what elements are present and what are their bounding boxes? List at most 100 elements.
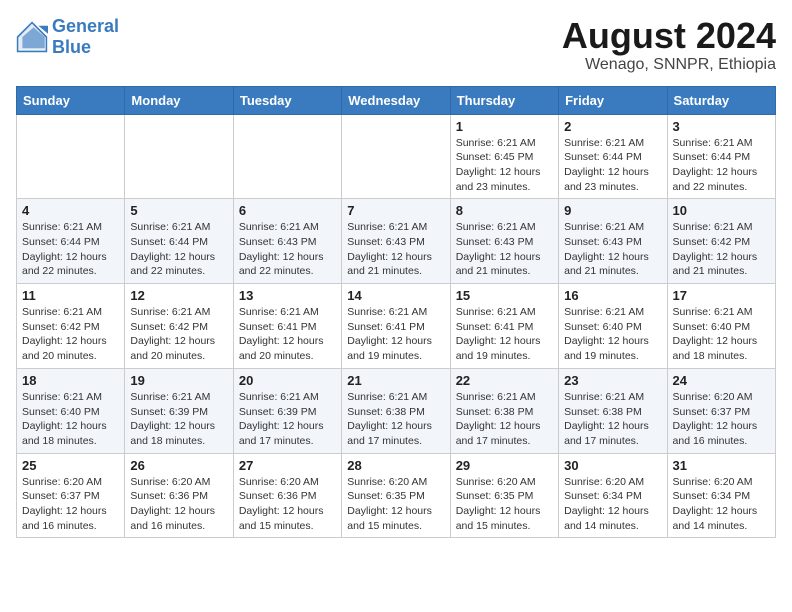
calendar-cell: 27Sunrise: 6:20 AM Sunset: 6:36 PM Dayli…: [233, 453, 341, 538]
day-info: Sunrise: 6:21 AM Sunset: 6:39 PM Dayligh…: [239, 390, 336, 449]
day-info: Sunrise: 6:20 AM Sunset: 6:34 PM Dayligh…: [564, 475, 661, 534]
day-number: 31: [673, 458, 770, 473]
day-number: 6: [239, 203, 336, 218]
calendar-cell: 22 Sunrise: 6:21 AM Sunset: 6:38 PM Dayli…: [450, 368, 558, 453]
weekday-header: Sunday: [17, 86, 125, 114]
day-number: 24: [673, 373, 770, 388]
logo-blue: Blue: [52, 37, 91, 57]
day-number: 12: [130, 288, 227, 303]
calendar-cell: [17, 114, 125, 199]
calendar-week-row: 25 Sunrise: 6:20 AM Sunset: 6:37 PM Dayli…: [17, 453, 776, 538]
calendar-week-row: 1Sunrise: 6:21 AM Sunset: 6:45 PM Daylig…: [17, 114, 776, 199]
day-number: 29: [456, 458, 553, 473]
day-number: 2: [564, 119, 661, 134]
day-info: Sunrise: 6:21 AM Sunset: 6:38 PM Dayligh…: [564, 390, 661, 449]
calendar-week-row: 11 Sunrise: 6:21 AM Sunset: 6:42 PM Dayli…: [17, 284, 776, 369]
weekday-header: Wednesday: [342, 86, 450, 114]
day-info: Sunrise: 6:20 AM Sunset: 6:36 PM Dayligh…: [130, 475, 227, 534]
calendar-cell: 11 Sunrise: 6:21 AM Sunset: 6:42 PM Dayli…: [17, 284, 125, 369]
title-section: August 2024 Wenago, SNNPR, Ethiopia: [562, 16, 776, 74]
day-number: 7: [347, 203, 444, 218]
calendar-cell: 31 Sunrise: 6:20 AM Sunset: 6:34 PM Dayli…: [667, 453, 775, 538]
day-number: 25: [22, 458, 119, 473]
calendar-cell: [342, 114, 450, 199]
day-number: 14: [347, 288, 444, 303]
day-number: 17: [673, 288, 770, 303]
calendar-cell: 26Sunrise: 6:20 AM Sunset: 6:36 PM Dayli…: [125, 453, 233, 538]
day-info: Sunrise: 6:21 AM Sunset: 6:43 PM Dayligh…: [239, 220, 336, 279]
calendar-week-row: 18 Sunrise: 6:21 AM Sunset: 6:40 PM Dayli…: [17, 368, 776, 453]
day-info: Sunrise: 6:21 AM Sunset: 6:40 PM Dayligh…: [22, 390, 119, 449]
day-info: Sunrise: 6:21 AM Sunset: 6:38 PM Dayligh…: [347, 390, 444, 449]
calendar-cell: 1Sunrise: 6:21 AM Sunset: 6:45 PM Daylig…: [450, 114, 558, 199]
day-number: 9: [564, 203, 661, 218]
day-info: Sunrise: 6:21 AM Sunset: 6:42 PM Dayligh…: [22, 305, 119, 364]
day-number: 11: [22, 288, 119, 303]
logo-general: General: [52, 16, 119, 36]
day-info: Sunrise: 6:21 AM Sunset: 6:44 PM Dayligh…: [22, 220, 119, 279]
calendar-cell: [125, 114, 233, 199]
day-info: Sunrise: 6:21 AM Sunset: 6:43 PM Dayligh…: [564, 220, 661, 279]
calendar-cell: 29 Sunrise: 6:20 AM Sunset: 6:35 PM Dayli…: [450, 453, 558, 538]
calendar-cell: 17 Sunrise: 6:21 AM Sunset: 6:40 PM Dayli…: [667, 284, 775, 369]
weekday-header: Friday: [559, 86, 667, 114]
calendar-cell: 14Sunrise: 6:21 AM Sunset: 6:41 PM Dayli…: [342, 284, 450, 369]
calendar-cell: 20 Sunrise: 6:21 AM Sunset: 6:39 PM Dayli…: [233, 368, 341, 453]
calendar-cell: 8 Sunrise: 6:21 AM Sunset: 6:43 PM Daylig…: [450, 199, 558, 284]
day-info: Sunrise: 6:21 AM Sunset: 6:43 PM Dayligh…: [456, 220, 553, 279]
day-info: Sunrise: 6:21 AM Sunset: 6:41 PM Dayligh…: [456, 305, 553, 364]
day-number: 21: [347, 373, 444, 388]
day-number: 10: [673, 203, 770, 218]
day-number: 15: [456, 288, 553, 303]
day-number: 3: [673, 119, 770, 134]
day-number: 8: [456, 203, 553, 218]
logo: General Blue: [16, 16, 119, 57]
day-info: Sunrise: 6:21 AM Sunset: 6:40 PM Dayligh…: [673, 305, 770, 364]
day-info: Sunrise: 6:21 AM Sunset: 6:42 PM Dayligh…: [130, 305, 227, 364]
calendar-cell: 10 Sunrise: 6:21 AM Sunset: 6:42 PM Dayli…: [667, 199, 775, 284]
day-info: Sunrise: 6:20 AM Sunset: 6:34 PM Dayligh…: [673, 475, 770, 534]
calendar-cell: 30Sunrise: 6:20 AM Sunset: 6:34 PM Dayli…: [559, 453, 667, 538]
day-number: 18: [22, 373, 119, 388]
day-info: Sunrise: 6:20 AM Sunset: 6:37 PM Dayligh…: [22, 475, 119, 534]
weekday-header: Monday: [125, 86, 233, 114]
day-info: Sunrise: 6:21 AM Sunset: 6:42 PM Dayligh…: [673, 220, 770, 279]
calendar-cell: 12 Sunrise: 6:21 AM Sunset: 6:42 PM Dayli…: [125, 284, 233, 369]
calendar-cell: 13Sunrise: 6:21 AM Sunset: 6:41 PM Dayli…: [233, 284, 341, 369]
day-info: Sunrise: 6:21 AM Sunset: 6:38 PM Dayligh…: [456, 390, 553, 449]
day-info: Sunrise: 6:21 AM Sunset: 6:44 PM Dayligh…: [130, 220, 227, 279]
calendar-cell: 25 Sunrise: 6:20 AM Sunset: 6:37 PM Dayli…: [17, 453, 125, 538]
day-number: 20: [239, 373, 336, 388]
calendar-cell: 6 Sunrise: 6:21 AM Sunset: 6:43 PM Daylig…: [233, 199, 341, 284]
day-number: 5: [130, 203, 227, 218]
day-number: 1: [456, 119, 553, 134]
weekday-header: Saturday: [667, 86, 775, 114]
calendar-cell: 18 Sunrise: 6:21 AM Sunset: 6:40 PM Dayli…: [17, 368, 125, 453]
calendar-table: SundayMondayTuesdayWednesdayThursdayFrid…: [16, 86, 776, 539]
day-number: 16: [564, 288, 661, 303]
calendar-cell: 5 Sunrise: 6:21 AM Sunset: 6:44 PM Daylig…: [125, 199, 233, 284]
day-info: Sunrise: 6:20 AM Sunset: 6:35 PM Dayligh…: [456, 475, 553, 534]
day-info: Sunrise: 6:21 AM Sunset: 6:43 PM Dayligh…: [347, 220, 444, 279]
day-number: 27: [239, 458, 336, 473]
calendar-cell: [233, 114, 341, 199]
calendar-cell: 23 Sunrise: 6:21 AM Sunset: 6:38 PM Dayli…: [559, 368, 667, 453]
day-number: 23: [564, 373, 661, 388]
calendar-cell: 3Sunrise: 6:21 AM Sunset: 6:44 PM Daylig…: [667, 114, 775, 199]
calendar-cell: 24Sunrise: 6:20 AM Sunset: 6:37 PM Dayli…: [667, 368, 775, 453]
calendar-title: August 2024: [562, 16, 776, 56]
weekday-header: Thursday: [450, 86, 558, 114]
day-number: 4: [22, 203, 119, 218]
calendar-cell: 9 Sunrise: 6:21 AM Sunset: 6:43 PM Daylig…: [559, 199, 667, 284]
day-number: 22: [456, 373, 553, 388]
calendar-week-row: 4 Sunrise: 6:21 AM Sunset: 6:44 PM Daylig…: [17, 199, 776, 284]
calendar-cell: 19Sunrise: 6:21 AM Sunset: 6:39 PM Dayli…: [125, 368, 233, 453]
calendar-cell: 4 Sunrise: 6:21 AM Sunset: 6:44 PM Daylig…: [17, 199, 125, 284]
day-info: Sunrise: 6:20 AM Sunset: 6:35 PM Dayligh…: [347, 475, 444, 534]
calendar-cell: 7 Sunrise: 6:21 AM Sunset: 6:43 PM Daylig…: [342, 199, 450, 284]
day-info: Sunrise: 6:21 AM Sunset: 6:41 PM Dayligh…: [239, 305, 336, 364]
day-number: 19: [130, 373, 227, 388]
calendar-cell: 15 Sunrise: 6:21 AM Sunset: 6:41 PM Dayli…: [450, 284, 558, 369]
day-info: Sunrise: 6:21 AM Sunset: 6:40 PM Dayligh…: [564, 305, 661, 364]
day-info: Sunrise: 6:21 AM Sunset: 6:44 PM Dayligh…: [564, 136, 661, 195]
